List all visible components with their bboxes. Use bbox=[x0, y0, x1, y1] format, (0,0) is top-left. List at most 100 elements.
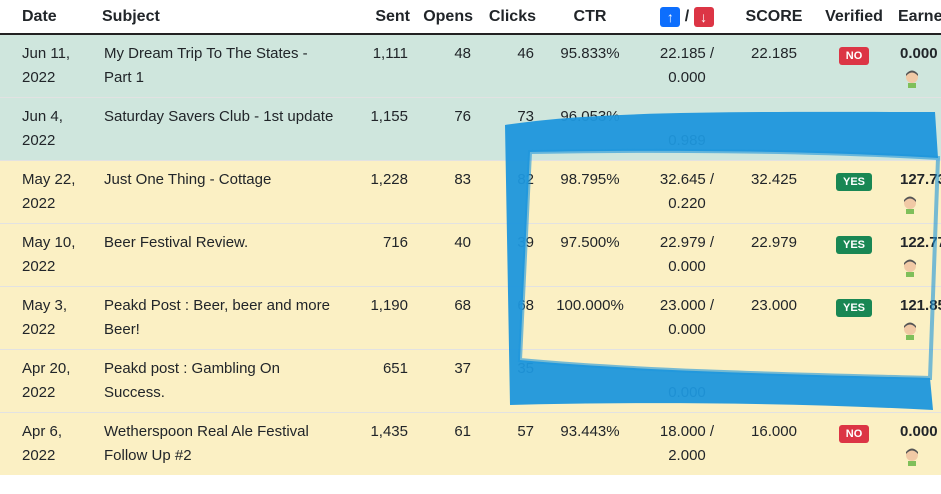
user-avatar-icon bbox=[906, 448, 918, 467]
cell-clicks: 39 bbox=[477, 223, 540, 287]
verified-badge: NO bbox=[838, 47, 870, 65]
cell-score: 32.425 bbox=[734, 160, 814, 224]
cell-verified bbox=[814, 349, 894, 413]
newsletter-table: Date Subject Sent Opens Clicks CTR ↑ / ↓… bbox=[0, 0, 941, 475]
earned-value: 127.737 bbox=[900, 171, 941, 188]
earned-value: 122.778 bbox=[900, 234, 941, 251]
cell-clicks: 35 bbox=[477, 349, 540, 413]
cell-updown: 22.185 / 0.000 bbox=[640, 33, 734, 98]
cell-date: May 10, 2022 bbox=[0, 223, 98, 287]
cell-ctr bbox=[540, 349, 640, 413]
cell-updown: 23.000 / 0.000 bbox=[640, 286, 734, 350]
earned-value: 0.000 bbox=[900, 423, 938, 440]
cell-subject[interactable]: Beer Festival Review. bbox=[98, 223, 344, 287]
table-row: May 10, 2022 Beer Festival Review. 716 4… bbox=[0, 223, 941, 287]
arrow-down-icon: ↓ bbox=[693, 6, 714, 27]
table-row: Jun 4, 2022 Saturday Savers Club - 1st u… bbox=[0, 97, 941, 161]
table-row: May 3, 2022 Peakd Post : Beer, beer and … bbox=[0, 286, 941, 350]
col-earned[interactable]: Earned bbox=[894, 0, 941, 35]
cell-score: 23.000 bbox=[734, 286, 814, 350]
col-subject[interactable]: Subject bbox=[98, 0, 344, 35]
cell-verified bbox=[814, 97, 894, 161]
cell-ctr: 98.795% bbox=[540, 160, 640, 224]
col-sent[interactable]: Sent bbox=[344, 0, 414, 35]
cell-updown: 18.000 / 2.000 bbox=[640, 412, 734, 475]
user-avatar-icon bbox=[904, 196, 916, 214]
col-clicks[interactable]: Clicks bbox=[477, 0, 540, 35]
col-score[interactable]: SCORE bbox=[734, 0, 814, 35]
cell-sent: 1,228 bbox=[344, 160, 414, 224]
cell-earned: 122.778 bbox=[894, 223, 941, 287]
cell-score bbox=[734, 349, 814, 413]
user-avatar-icon bbox=[904, 322, 916, 340]
col-ctr[interactable]: CTR bbox=[540, 0, 640, 35]
cell-clicks: 73 bbox=[477, 97, 540, 161]
cell-ctr: 97.500% bbox=[540, 223, 640, 287]
cell-sent: 1,155 bbox=[344, 97, 414, 161]
cell-clicks: 82 bbox=[477, 160, 540, 224]
cell-updown: 22.979 / 0.000 bbox=[640, 223, 734, 287]
col-date[interactable]: Date bbox=[0, 0, 98, 35]
cell-ctr: 96.053% bbox=[540, 97, 640, 161]
cell-ctr: 93.443% bbox=[540, 412, 640, 475]
verified-badge: YES bbox=[835, 173, 872, 191]
cell-opens: 68 bbox=[414, 286, 477, 350]
cell-verified: NO bbox=[814, 33, 894, 98]
cell-subject[interactable]: Peakd post : Gambling On Success. bbox=[98, 349, 344, 413]
cell-earned bbox=[894, 97, 941, 161]
cell-date: May 22, 2022 bbox=[0, 160, 98, 224]
cell-verified: YES bbox=[814, 160, 894, 224]
verified-badge: NO bbox=[838, 425, 870, 443]
cell-earned: 0.000 bbox=[894, 412, 941, 475]
col-opens[interactable]: Opens bbox=[414, 0, 477, 35]
cell-subject[interactable]: My Dream Trip To The States - Part 1 bbox=[98, 33, 344, 98]
cell-clicks: 68 bbox=[477, 286, 540, 350]
cell-verified: NO bbox=[814, 412, 894, 475]
updown-value: 0.000 bbox=[668, 384, 706, 401]
cell-ctr: 95.833% bbox=[540, 33, 640, 98]
cell-score: 22.185 bbox=[734, 33, 814, 98]
cell-opens: 37 bbox=[414, 349, 477, 413]
cell-subject[interactable]: Saturday Savers Club - 1st update bbox=[98, 97, 344, 161]
cell-opens: 48 bbox=[414, 33, 477, 98]
arrow-up-icon: ↑ bbox=[660, 6, 681, 27]
cell-date: Apr 20, 2022 bbox=[0, 349, 98, 413]
cell-opens: 40 bbox=[414, 223, 477, 287]
cell-subject[interactable]: Wetherspoon Real Ale Festival Follow Up … bbox=[98, 412, 344, 475]
cell-score: 22.979 bbox=[734, 223, 814, 287]
updown-value: 0.989 bbox=[668, 132, 706, 149]
cell-score: 16.000 bbox=[734, 412, 814, 475]
cell-updown: 0.989 bbox=[640, 97, 734, 161]
cell-subject[interactable]: Peakd Post : Beer, beer and more Beer! bbox=[98, 286, 344, 350]
cell-sent: 1,111 bbox=[344, 33, 414, 98]
cell-updown: 32.645 / 0.220 bbox=[640, 160, 734, 224]
cell-date: Apr 6, 2022 bbox=[0, 412, 98, 475]
cell-earned: 121.857 bbox=[894, 286, 941, 350]
cell-clicks: 46 bbox=[477, 33, 540, 98]
verified-badge: YES bbox=[835, 299, 872, 317]
cell-opens: 76 bbox=[414, 97, 477, 161]
cell-earned: 0.000 bbox=[894, 33, 941, 98]
cell-sent: 716 bbox=[344, 223, 414, 287]
table-row: May 22, 2022 Just One Thing - Cottage 1,… bbox=[0, 160, 941, 224]
cell-verified: YES bbox=[814, 286, 894, 350]
cell-sent: 1,190 bbox=[344, 286, 414, 350]
cell-score bbox=[734, 97, 814, 161]
cell-clicks: 57 bbox=[477, 412, 540, 475]
table-row: Apr 20, 2022 Peakd post : Gambling On Su… bbox=[0, 349, 941, 413]
cell-sent: 651 bbox=[344, 349, 414, 413]
col-verified[interactable]: Verified bbox=[814, 0, 894, 35]
cell-date: Jun 11, 2022 bbox=[0, 33, 98, 98]
earned-value: 0.000 bbox=[900, 45, 938, 62]
cell-sent: 1,435 bbox=[344, 412, 414, 475]
updown-separator: / bbox=[684, 7, 690, 25]
cell-date: Jun 4, 2022 bbox=[0, 97, 98, 161]
cell-opens: 61 bbox=[414, 412, 477, 475]
table-row: Apr 6, 2022 Wetherspoon Real Ale Festiva… bbox=[0, 412, 941, 475]
cell-ctr: 100.000% bbox=[540, 286, 640, 350]
cell-subject[interactable]: Just One Thing - Cottage bbox=[98, 160, 344, 224]
cell-verified: YES bbox=[814, 223, 894, 287]
user-avatar-icon bbox=[906, 70, 918, 89]
col-updown[interactable]: ↑ / ↓ bbox=[640, 0, 734, 35]
table-header-row: Date Subject Sent Opens Clicks CTR ↑ / ↓… bbox=[0, 0, 941, 35]
